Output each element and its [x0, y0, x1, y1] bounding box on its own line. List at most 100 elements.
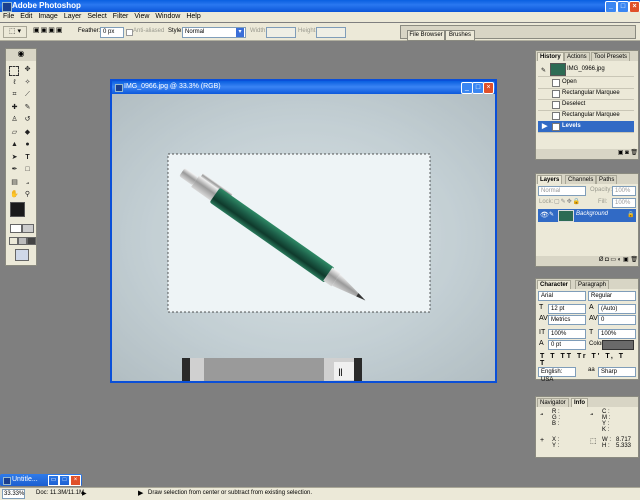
history-brush-tool-icon[interactable]: ↺ — [22, 114, 33, 125]
hand-tool-icon[interactable]: ✋ — [9, 189, 20, 200]
layer-row-background[interactable]: 👁 ✎ Background 🔒 — [538, 209, 636, 222]
width-input[interactable] — [266, 27, 296, 38]
minimized-document[interactable]: Untitle... ▭ □ × — [0, 474, 82, 486]
history-item-selected[interactable]: ▶ Levels — [538, 121, 634, 133]
type-style-buttons[interactable]: T T TT Tr T' T, T T — [540, 353, 634, 367]
history-snapshot[interactable]: ✎ IMG_0966.jpg — [538, 62, 634, 77]
foreground-color-swatch[interactable] — [10, 202, 25, 217]
imageready-jump-icon[interactable] — [15, 249, 29, 261]
tab-channels[interactable]: Channels — [565, 175, 597, 184]
font-size-input[interactable]: 12 pt — [548, 304, 586, 314]
lock-options-icons[interactable]: ▢✎✥🔒 — [554, 198, 581, 205]
path-selection-tool-icon[interactable]: ➤ — [9, 152, 20, 163]
blur-tool-icon[interactable]: ▲ — [9, 139, 20, 150]
tab-actions[interactable]: Actions — [564, 52, 590, 61]
eye-icon[interactable]: 👁 — [540, 211, 549, 219]
lock-label: Lock: — [539, 199, 554, 205]
new-snapshot-icon[interactable]: ◙ — [625, 150, 629, 156]
menu-filter[interactable]: Filter — [113, 13, 129, 20]
shape-tool-icon[interactable]: □ — [22, 164, 33, 175]
selection-mode-icons[interactable]: ▣▣▣▣ — [33, 26, 71, 36]
blend-mode-select[interactable]: Normal — [538, 186, 586, 196]
tab-paths[interactable]: Paths — [596, 175, 618, 184]
tracking-input[interactable]: 0 — [598, 315, 636, 325]
feather-input[interactable]: 0 px — [100, 27, 124, 38]
image-canvas[interactable]: Ⅱ — [112, 94, 495, 381]
magic-wand-tool-icon[interactable]: ✧ — [22, 77, 33, 88]
marquee-tool-icon[interactable] — [9, 66, 19, 76]
menu-image[interactable]: Image — [38, 13, 57, 20]
eyedropper-icon: ⟓ — [540, 410, 544, 417]
quick-mask-mode-icon[interactable] — [22, 224, 34, 233]
antialias-select[interactable]: Sharp — [598, 367, 636, 377]
layer-mask-icon[interactable]: ◘ — [605, 257, 609, 263]
text-color-swatch[interactable] — [602, 340, 634, 350]
zoom-input[interactable]: 33.33% — [2, 489, 25, 499]
font-style-select[interactable]: Regular — [588, 291, 636, 301]
tab-paragraph[interactable]: Paragraph — [575, 280, 610, 289]
tool-preset-picker[interactable]: ⬚ ▾ — [3, 26, 27, 38]
antialiased-checkbox[interactable] — [126, 29, 133, 36]
baseline-shift-input[interactable]: 0 pt — [548, 340, 586, 350]
opacity-input[interactable]: 100% — [612, 186, 636, 196]
eyedropper-tool-icon[interactable]: ⟓ — [22, 177, 33, 188]
tab-layers[interactable]: Layers — [537, 175, 563, 184]
photoshop-eye-icon[interactable]: ◉ — [6, 49, 36, 61]
menu-edit[interactable]: Edit — [20, 13, 32, 20]
vertical-scale-input[interactable]: 100% — [548, 329, 586, 339]
close-doc-button[interactable]: × — [70, 475, 81, 486]
menu-window[interactable]: Window — [155, 13, 180, 20]
type-tool-icon[interactable]: T — [22, 152, 33, 163]
tab-tool-presets[interactable]: Tool Presets — [591, 52, 631, 61]
restore-button[interactable]: ▭ — [48, 475, 59, 486]
style-select[interactable]: Normal ▾ — [182, 27, 246, 38]
brush-tool-icon[interactable]: ✎ — [22, 102, 33, 113]
layer-thumbnail — [558, 210, 574, 222]
tab-navigator[interactable]: Navigator — [537, 398, 569, 407]
tab-character[interactable]: Character — [537, 280, 572, 289]
screen-mode-standard-icon[interactable] — [9, 237, 18, 245]
menu-help[interactable]: Help — [186, 13, 200, 20]
horizontal-scale-input[interactable]: 100% — [598, 329, 636, 339]
layer-set-icon[interactable]: ▭ — [610, 257, 616, 263]
doc-close-button[interactable]: × — [483, 82, 494, 94]
delete-layer-icon[interactable]: 🗑 — [630, 257, 638, 263]
menu-select[interactable]: Select — [87, 13, 106, 20]
tab-info[interactable]: Info — [571, 398, 588, 407]
clone-stamp-tool-icon[interactable]: ♙ — [9, 114, 20, 125]
standard-mode-icon[interactable] — [10, 224, 22, 233]
paint-bucket-tool-icon[interactable]: ◆ — [22, 127, 33, 138]
trash-icon[interactable]: 🗑 — [630, 150, 638, 156]
eraser-tool-icon[interactable]: ▱ — [9, 127, 20, 138]
crop-tool-icon[interactable]: ⌗ — [9, 89, 20, 100]
kerning-input[interactable]: Metrics — [548, 315, 586, 325]
notes-tool-icon[interactable]: ▤ — [9, 177, 20, 188]
menu-layer[interactable]: Layer — [64, 13, 82, 20]
file-browser-tab[interactable]: File Browser — [407, 30, 445, 41]
fill-input[interactable]: 100% — [612, 198, 636, 208]
height-input[interactable] — [316, 27, 346, 38]
brushes-tab[interactable]: Brushes — [445, 30, 475, 41]
menu-view[interactable]: View — [134, 13, 149, 20]
healing-brush-tool-icon[interactable]: ✚ — [9, 102, 20, 113]
adjustment-layer-icon[interactable]: ◐ — [618, 257, 622, 263]
status-menu-arrow-icon[interactable]: ▶ — [82, 490, 87, 497]
tab-history[interactable]: History — [537, 52, 564, 61]
pen-tool-icon[interactable]: ✒ — [9, 164, 20, 175]
lasso-tool-icon[interactable]: ℓ — [9, 77, 20, 88]
maximize-doc-button[interactable]: □ — [59, 475, 70, 486]
document-window: IMG_0966.jpg @ 33.3% (RGB) _ □ × Ⅱ — [110, 79, 497, 383]
new-layer-icon[interactable]: ▣ — [623, 257, 629, 263]
slice-tool-icon[interactable]: ⟋ — [22, 89, 33, 100]
layer-effects-icon[interactable]: Ø — [599, 257, 604, 263]
font-family-select[interactable]: Arial — [538, 291, 586, 301]
screen-mode-full-menu-icon[interactable] — [18, 237, 27, 245]
language-select[interactable]: English: USA — [538, 367, 576, 383]
new-document-icon[interactable]: ▣ — [618, 150, 624, 156]
leading-input[interactable]: (Auto) — [598, 304, 636, 314]
zoom-tool-icon[interactable]: ⚲ — [22, 189, 33, 200]
screen-mode-full-icon[interactable] — [27, 237, 36, 245]
dodge-tool-icon[interactable]: ● — [22, 139, 33, 150]
move-tool-icon[interactable]: ✥ — [22, 64, 33, 75]
menu-file[interactable]: File — [3, 13, 14, 20]
